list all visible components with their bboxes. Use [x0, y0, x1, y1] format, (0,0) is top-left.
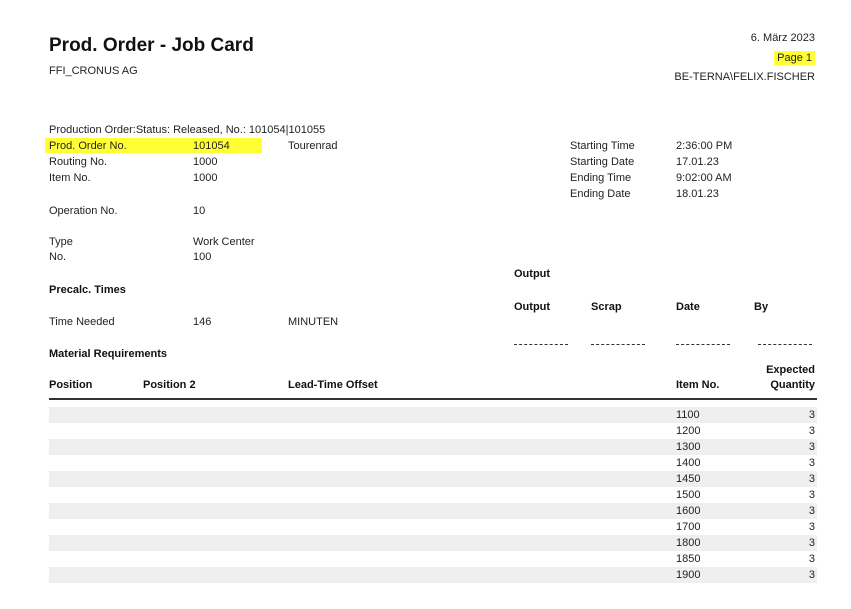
output-col-output: Output: [514, 301, 551, 313]
expected-quantity-cell: 3: [808, 505, 815, 517]
table-row: 1500 3: [49, 487, 817, 503]
item-no-cell: 1300: [676, 441, 701, 453]
table-row: 1700 3: [49, 519, 817, 535]
item-no-cell: 1200: [676, 425, 701, 437]
scrap-line: [591, 344, 645, 345]
ending-date-label: Ending Date: [570, 188, 631, 200]
table-header-separator: [49, 398, 817, 400]
expected-quantity-cell: 3: [808, 457, 815, 469]
item-no-cell: 1900: [676, 569, 701, 581]
output-heading: Output: [514, 268, 551, 280]
prod-order-description: Tourenrad: [288, 140, 338, 152]
item-no-value: 1000: [193, 172, 218, 184]
item-no-cell: 1600: [676, 505, 701, 517]
time-needed-unit: MINUTEN: [288, 316, 339, 328]
filter-line: Production Order:Status: Released, No.: …: [49, 124, 326, 136]
expected-quantity-cell: 3: [808, 409, 815, 421]
output-col-scrap: Scrap: [591, 301, 622, 313]
starting-date-label: Starting Date: [570, 156, 635, 168]
report-date: 6. März 2023: [750, 32, 815, 44]
material-heading: Material Requirements: [49, 348, 167, 360]
routing-no-label: Routing No.: [49, 156, 108, 168]
no-value: 100: [193, 251, 212, 263]
expected-quantity-cell: 3: [808, 521, 815, 533]
col-position: Position: [49, 379, 93, 391]
user-id: BE-TERNA\FELIX.FISCHER: [674, 71, 815, 83]
operation-no-label: Operation No.: [49, 205, 118, 217]
col-expected-line1: Expected: [766, 364, 815, 376]
table-row: 1900 3: [49, 567, 817, 583]
output-col-by: By: [754, 301, 769, 313]
company-name: FFI_CRONUS AG: [49, 65, 138, 77]
starting-date-value: 17.01.23: [676, 156, 719, 168]
expected-quantity-cell: 3: [808, 569, 815, 581]
prod-order-no-value: 101054: [193, 140, 230, 152]
col-expected-line2: Quantity: [770, 379, 815, 391]
item-no-cell: 1700: [676, 521, 701, 533]
output-line: [514, 344, 568, 345]
item-no-cell: 1400: [676, 457, 701, 469]
by-line: [758, 344, 812, 345]
item-no-cell: 1500: [676, 489, 701, 501]
item-no-cell: 1850: [676, 553, 701, 565]
ending-time-label: Ending Time: [570, 172, 632, 184]
report-title: Prod. Order - Job Card: [49, 35, 254, 56]
col-item-no: Item No.: [676, 379, 720, 391]
expected-quantity-cell: 3: [808, 489, 815, 501]
table-row: 1400 3: [49, 455, 817, 471]
output-col-date: Date: [676, 301, 700, 313]
prod-order-no-label: Prod. Order No.: [49, 140, 127, 152]
expected-quantity-cell: 3: [808, 441, 815, 453]
col-position-2: Position 2: [143, 379, 196, 391]
type-label: Type: [49, 236, 73, 248]
expected-quantity-cell: 3: [808, 537, 815, 549]
starting-time-value: 2:36:00 PM: [676, 140, 733, 152]
time-needed-label: Time Needed: [49, 316, 115, 328]
table-row: 1300 3: [49, 439, 817, 455]
routing-no-value: 1000: [193, 156, 218, 168]
page-number: Page 1: [774, 51, 815, 65]
precalc-heading: Precalc. Times: [49, 284, 126, 296]
expected-quantity-cell: 3: [808, 553, 815, 565]
operation-no-value: 10: [193, 205, 206, 217]
time-needed-value: 146: [193, 316, 212, 328]
item-no-cell: 1450: [676, 473, 701, 485]
no-label: No.: [49, 251, 67, 263]
type-value: Work Center: [193, 236, 255, 248]
date-line: [676, 344, 730, 345]
expected-quantity-cell: 3: [808, 473, 815, 485]
item-no-cell: 1100: [676, 409, 700, 421]
table-row: 1600 3: [49, 503, 817, 519]
table-row: 1100 3: [49, 407, 817, 423]
ending-date-value: 18.01.23: [676, 188, 719, 200]
table-row: 1450 3: [49, 471, 817, 487]
table-row: 1850 3: [49, 551, 817, 567]
table-row: 1200 3: [49, 423, 817, 439]
table-row: 1800 3: [49, 535, 817, 551]
item-no-label: Item No.: [49, 172, 91, 184]
ending-time-value: 9:02:00 AM: [676, 172, 732, 184]
col-lead-time-offset: Lead-Time Offset: [288, 379, 378, 391]
starting-time-label: Starting Time: [570, 140, 635, 152]
expected-quantity-cell: 3: [808, 425, 815, 437]
item-no-cell: 1800: [676, 537, 701, 549]
